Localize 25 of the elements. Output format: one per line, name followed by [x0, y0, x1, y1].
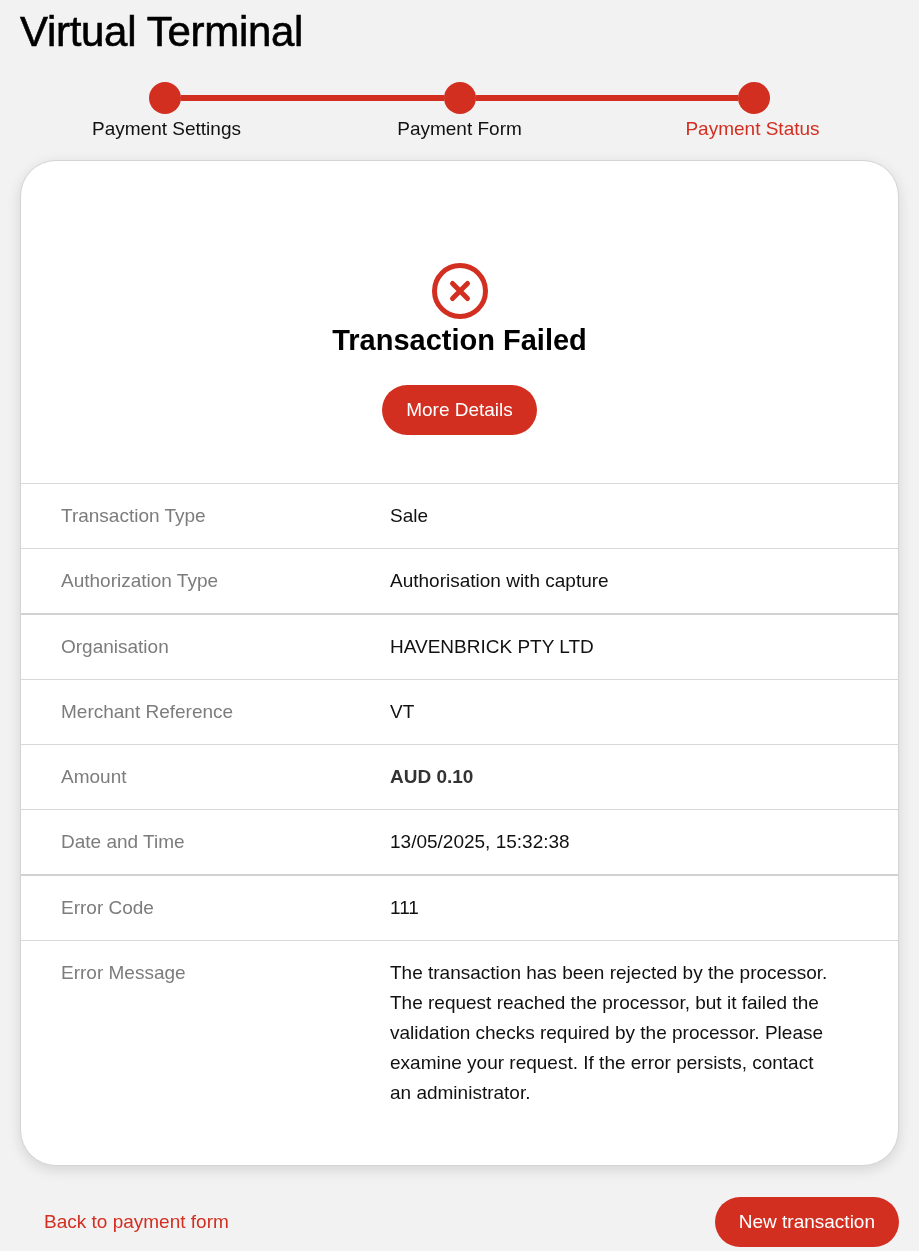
detail-value: VT: [390, 701, 415, 722]
detail-label: Organisation: [61, 636, 169, 657]
result-title: Transaction Failed: [332, 323, 587, 358]
step-label: Payment Status: [685, 117, 820, 141]
detail-value: Sale: [390, 505, 429, 526]
detail-label: Authorization Type: [61, 570, 219, 591]
detail-label: Error Code: [61, 897, 154, 918]
detail-label: Amount: [61, 766, 127, 787]
more-details-button[interactable]: More Details: [382, 385, 537, 435]
detail-value: Authorisation with capture: [390, 570, 609, 591]
step-label: Payment Form: [397, 117, 522, 141]
page-title: Virtual Terminal: [20, 8, 304, 56]
detail-label: Error Message: [61, 962, 186, 983]
x-circle-icon: [431, 263, 488, 319]
new-transaction-button[interactable]: New transaction: [714, 1197, 899, 1247]
detail-label: Merchant Reference: [61, 701, 234, 722]
step-label: Payment Settings: [92, 117, 241, 141]
detail-value: The transaction has been rejected by the processor. The request reached the processor, but it failed the validation checks required by the processor. Please examine your request. If the error persists, contact an administrator.: [390, 962, 828, 1103]
detail-value: 111: [390, 897, 419, 918]
detail-value: HAVENBRICK PTY LTD: [390, 636, 594, 657]
detail-label: Transaction Type: [61, 505, 206, 526]
detail-value: AUD 0.10: [390, 766, 474, 787]
detail-value: 13/05/2025, 15:32:38: [390, 831, 570, 852]
back-link[interactable]: Back to payment form: [44, 1207, 229, 1237]
detail-label: Date and Time: [61, 831, 185, 852]
